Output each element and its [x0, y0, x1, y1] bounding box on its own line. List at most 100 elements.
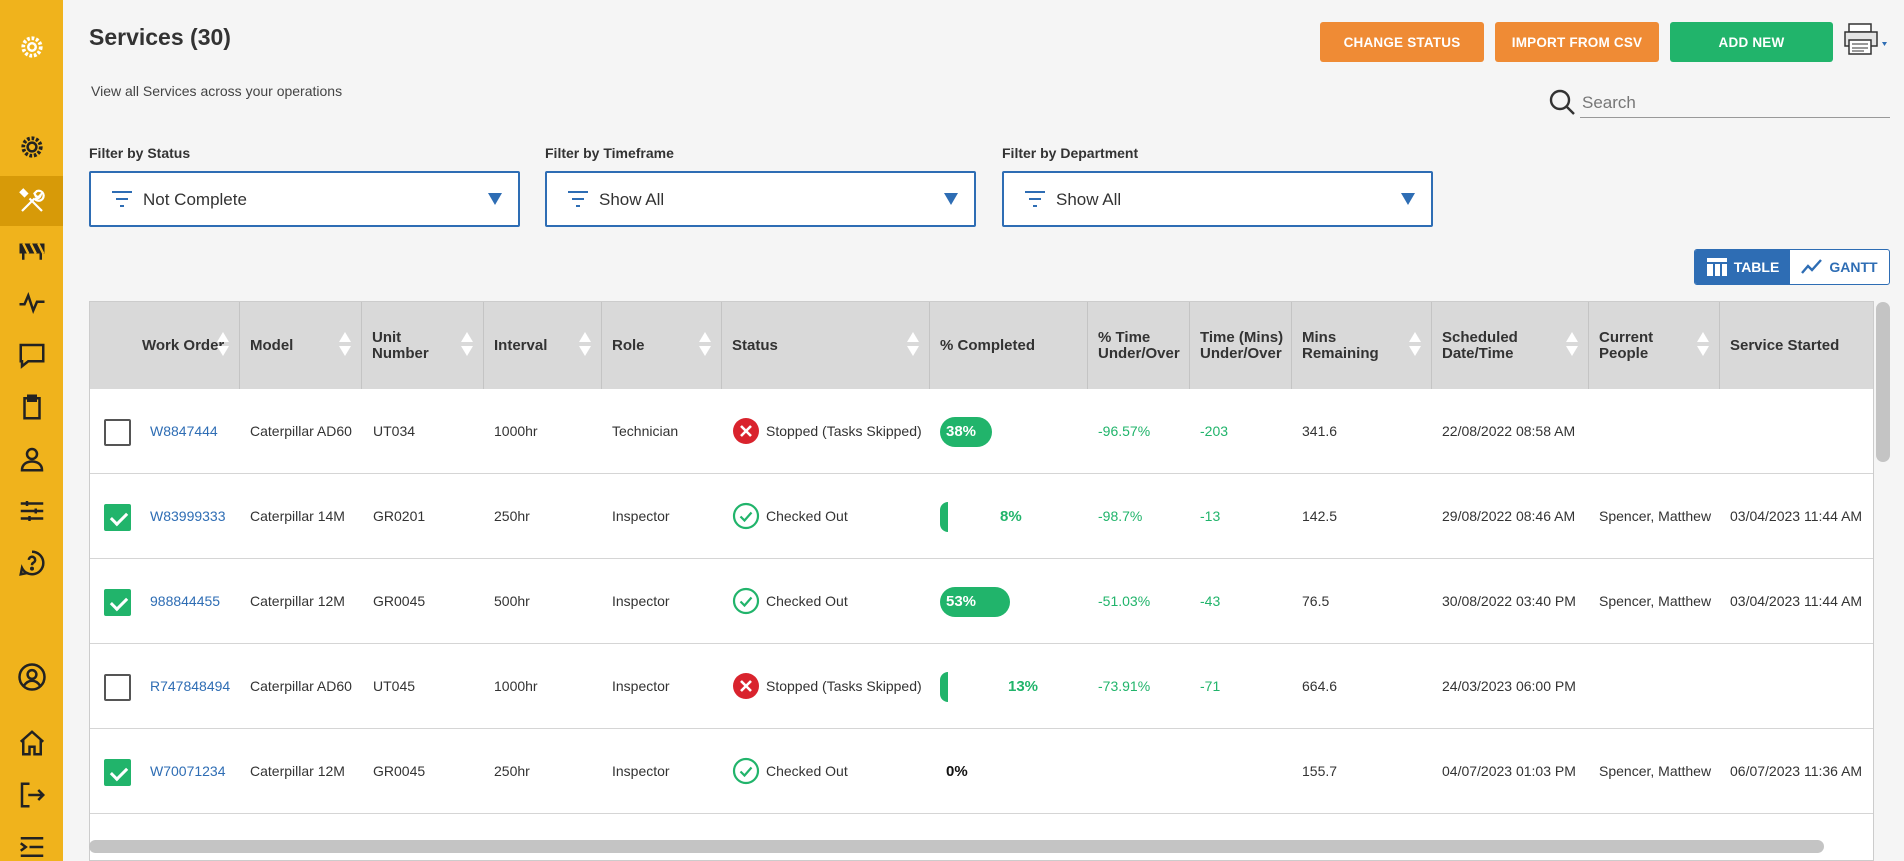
checked-out-icon [732, 587, 760, 615]
col-label: Role [612, 336, 645, 354]
col-label: Status [732, 336, 778, 354]
work-order-link[interactable]: W83999333 [150, 474, 226, 558]
col-service-started[interactable]: Service Started [1720, 302, 1873, 389]
time-mins-cell: -203 [1200, 423, 1229, 439]
col-role[interactable]: Role [602, 302, 722, 389]
help-icon[interactable] [0, 538, 63, 588]
filter-status-select[interactable]: Not Complete [89, 171, 520, 227]
table-row[interactable]: W83999333 Caterpillar 14M GR0201 250hr Inspe… [90, 474, 1873, 559]
filter-icon [112, 191, 132, 207]
model-cell: Caterpillar 12M [250, 593, 345, 609]
scheduled-cell: 24/03/2023 06:00 PM [1442, 678, 1576, 694]
model-cell: Caterpillar 14M [250, 508, 345, 524]
horizontal-scrollbar[interactable] [89, 840, 1824, 853]
progress-label: 38% [946, 423, 977, 440]
menu-collapse-icon[interactable] [0, 822, 63, 861]
profile-icon[interactable] [0, 652, 63, 702]
col-model[interactable]: Model [240, 302, 362, 389]
col-mins-remaining[interactable]: Mins Remaining [1292, 302, 1432, 389]
table-row[interactable]: R747848494 Caterpillar AD60 UT045 1000hr Ins… [90, 644, 1873, 729]
row-checkbox[interactable] [104, 674, 131, 701]
work-order-link[interactable]: R747848494 [150, 644, 230, 728]
pct-completed-cell: 0% [930, 729, 1080, 813]
page-title: Services (30) [89, 24, 231, 50]
change-status-button[interactable]: CHANGE STATUS [1320, 22, 1484, 62]
sliders-icon[interactable] [0, 486, 63, 536]
mins-remaining-cell: 664.6 [1302, 678, 1338, 694]
col-pct-time[interactable]: % Time Under/Over [1088, 302, 1190, 389]
col-scheduled[interactable]: Scheduled Date/Time [1432, 302, 1589, 389]
status-label: Stopped (Tasks Skipped) [766, 423, 922, 439]
interval-cell: 1000hr [494, 678, 538, 694]
sort-icon[interactable] [1697, 332, 1709, 358]
tab-gantt[interactable]: GANTT [1790, 250, 1889, 284]
row-checkbox[interactable] [104, 589, 131, 616]
table-row[interactable]: W70071234 Caterpillar 12M GR0045 250hr Inspe… [90, 729, 1873, 814]
chart-line-icon [1801, 259, 1823, 274]
sort-icon[interactable] [579, 332, 591, 358]
filter-department-select[interactable]: Show All [1002, 171, 1433, 227]
sort-icon[interactable] [217, 332, 229, 358]
table-header: Work Order Model Unit Number Interval Ro… [90, 302, 1873, 389]
unit-number-cell: GR0045 [373, 763, 426, 779]
sort-icon[interactable] [339, 332, 351, 358]
gear-icon[interactable] [0, 122, 63, 172]
user-icon[interactable] [0, 434, 63, 484]
row-checkbox[interactable] [104, 759, 131, 786]
table-row[interactable]: 988844455 Caterpillar 12M GR0045 500hr Inspe… [90, 559, 1873, 644]
tools-icon[interactable] [0, 176, 63, 226]
status-cell: Checked Out [732, 729, 848, 813]
interval-cell: 250hr [494, 508, 530, 524]
sort-icon[interactable] [699, 332, 711, 358]
pct-completed-cell: 53% [930, 559, 1080, 643]
search-icon[interactable] [1548, 88, 1576, 116]
col-pct-completed[interactable]: % Completed [930, 302, 1088, 389]
print-icon[interactable] [1843, 22, 1893, 58]
logout-icon[interactable] [0, 770, 63, 820]
unit-number-cell: UT034 [373, 423, 416, 439]
chevron-down-icon [944, 193, 958, 205]
row-checkbox[interactable] [104, 419, 131, 446]
sort-icon[interactable] [461, 332, 473, 358]
mins-remaining-cell: 142.5 [1302, 508, 1338, 524]
col-time-mins[interactable]: Time (Mins) Under/Over [1190, 302, 1292, 389]
unit-number-cell: GR0201 [373, 508, 426, 524]
services-table: Work Order Model Unit Number Interval Ro… [89, 301, 1874, 861]
search-input[interactable] [1580, 88, 1890, 118]
time-mins-cell: -71 [1200, 678, 1221, 694]
progress-label: 53% [946, 593, 977, 610]
activity-icon[interactable] [0, 278, 63, 328]
col-label: Scheduled Date/Time [1442, 328, 1518, 362]
filter-timeframe-select[interactable]: Show All [545, 171, 976, 227]
home-icon[interactable] [0, 718, 63, 768]
tab-table[interactable]: TABLE [1695, 250, 1791, 284]
col-label: Current People [1599, 328, 1654, 362]
col-status[interactable]: Status [722, 302, 930, 389]
sort-icon[interactable] [1409, 332, 1421, 358]
chat-icon[interactable] [0, 330, 63, 380]
vertical-scrollbar[interactable] [1876, 302, 1890, 462]
chevron-down-icon [1401, 193, 1415, 205]
filter-status-value: Not Complete [143, 190, 247, 209]
add-new-button[interactable]: ADD NEW [1670, 22, 1833, 62]
col-label: Unit Number [372, 328, 429, 362]
col-unit-number[interactable]: Unit Number [362, 302, 484, 389]
work-order-link[interactable]: 988844455 [150, 559, 220, 643]
row-checkbox[interactable] [104, 504, 131, 531]
work-order-link[interactable]: W8847444 [150, 389, 218, 473]
col-current-people[interactable]: Current People [1589, 302, 1720, 389]
work-order-link[interactable]: W70071234 [150, 729, 226, 813]
logo-gear-icon[interactable] [0, 22, 63, 72]
import-csv-button[interactable]: IMPORT FROM CSV [1495, 22, 1659, 62]
pct-time-cell: -51.03% [1098, 593, 1151, 609]
col-label: Interval [494, 336, 548, 354]
model-cell: Caterpillar AD60 [250, 678, 352, 694]
clipboard-icon[interactable] [0, 382, 63, 432]
barrier-icon[interactable] [0, 226, 63, 276]
sort-icon[interactable] [907, 332, 919, 358]
col-interval[interactable]: Interval [484, 302, 602, 389]
col-work-order[interactable]: Work Order [90, 302, 240, 389]
pct-time-cell: -98.7% [1098, 508, 1143, 524]
sort-icon[interactable] [1566, 332, 1578, 358]
table-row[interactable]: W8847444 Caterpillar AD60 UT034 1000hr Techn… [90, 389, 1873, 474]
